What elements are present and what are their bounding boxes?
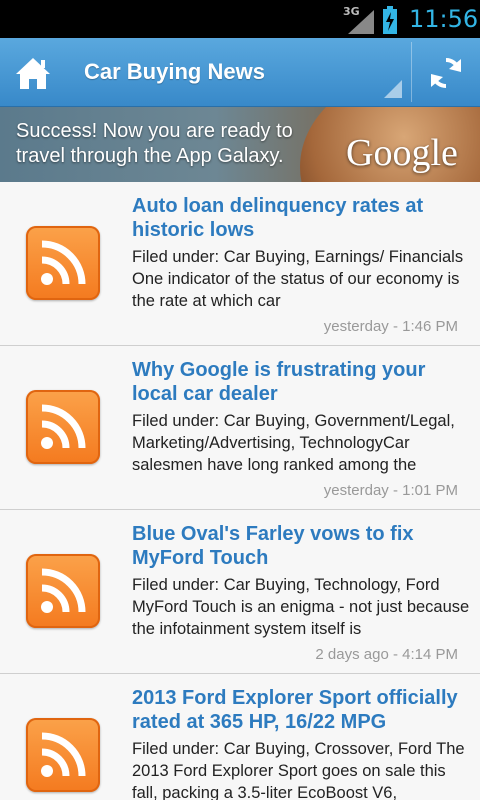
- rss-icon: [26, 226, 100, 300]
- refresh-icon: [431, 57, 461, 88]
- feed-item[interactable]: Why Google is frustrating your local car…: [0, 346, 480, 510]
- item-summary: Filed under: Car Buying, Crossover, Ford…: [132, 740, 465, 800]
- feed-item[interactable]: Blue Oval's Farley vows to fix MyFord To…: [0, 510, 480, 674]
- title-dropdown-indicator: [384, 80, 402, 98]
- ad-text: Success! Now you are ready to travel thr…: [16, 120, 293, 167]
- item-title[interactable]: Auto loan delinquency rates at historic …: [132, 194, 472, 242]
- feed-item[interactable]: 2013 Ford Explorer Sport officially rate…: [0, 674, 480, 800]
- item-title[interactable]: Blue Oval's Farley vows to fix MyFord To…: [132, 522, 472, 570]
- item-title[interactable]: Why Google is frustrating your local car…: [132, 358, 472, 406]
- refresh-button[interactable]: [412, 38, 480, 107]
- item-summary: Filed under: Car Buying, Technology, For…: [132, 576, 470, 638]
- item-timestamp: 2 days ago - 4:14 PM: [315, 646, 458, 663]
- rss-icon: [26, 718, 100, 792]
- ad-logo: Google: [346, 132, 458, 174]
- item-summary: Filed under: Car Buying, Earnings/ Finan…: [132, 248, 464, 310]
- rss-icon: [26, 390, 100, 464]
- home-button[interactable]: [0, 38, 66, 107]
- clock: 11:56: [409, 5, 479, 33]
- item-title[interactable]: 2013 Ford Explorer Sport officially rate…: [132, 686, 472, 734]
- ad-banner[interactable]: Success! Now you are ready to travel thr…: [0, 107, 480, 182]
- battery-charging-icon: [383, 6, 397, 34]
- news-feed-list[interactable]: Auto loan delinquency rates at historic …: [0, 182, 480, 800]
- item-timestamp: yesterday - 1:46 PM: [323, 318, 458, 335]
- item-summary: Filed under: Car Buying, Government/Lega…: [132, 412, 455, 474]
- status-bar: 3G 11:56: [0, 0, 480, 38]
- rss-icon: [26, 554, 100, 628]
- app-title[interactable]: Car Buying News: [84, 59, 265, 85]
- feed-item[interactable]: Auto loan delinquency rates at historic …: [0, 182, 480, 346]
- signal-icon: [348, 10, 374, 34]
- action-bar: Car Buying News: [0, 38, 480, 107]
- item-timestamp: yesterday - 1:01 PM: [323, 482, 458, 499]
- home-icon: [16, 57, 50, 89]
